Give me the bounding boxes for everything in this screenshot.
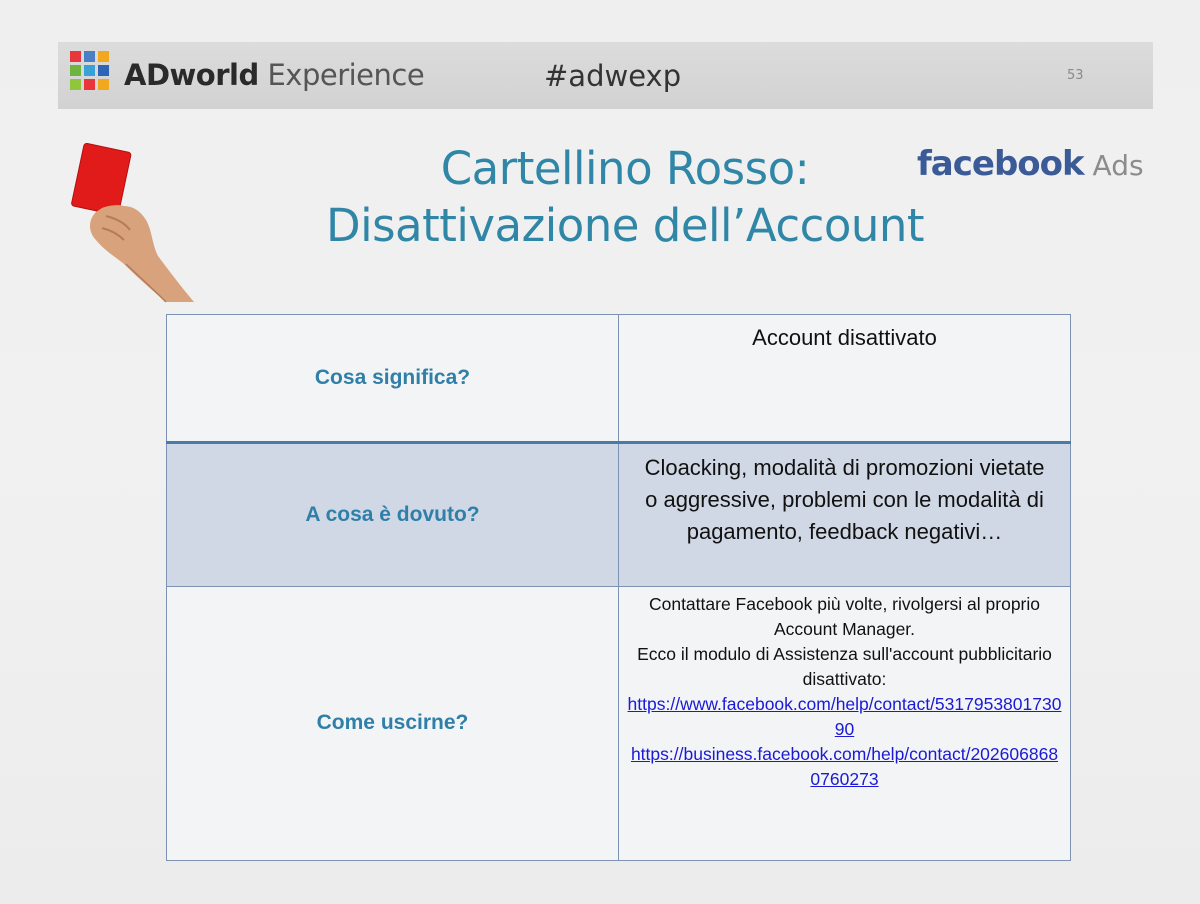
slide-title-line1: Cartellino Rosso: xyxy=(440,142,810,195)
answer-cell: Cloacking, modalità di promozioni vietat… xyxy=(618,442,1071,587)
answer-line: Contattare Facebook più volte, rivolgers… xyxy=(648,593,1041,614)
table-row: Come uscirne? Contattare Facebook più vo… xyxy=(166,585,1071,862)
adworld-logo-icon xyxy=(70,51,118,101)
answer-line: Ecco il modulo di Assistenza sull'accoun… xyxy=(637,643,1052,689)
answer-line: Account Manager. xyxy=(773,618,916,639)
business-help-link[interactable]: https://business.facebook.com/help/conta… xyxy=(627,742,1062,792)
answer-cell: Contattare Facebook più volte, rivolgers… xyxy=(618,585,1071,862)
brand-name: ADworld Experience xyxy=(124,57,425,93)
brand-name-bold: ADworld xyxy=(124,58,259,92)
brand-name-light: Experience xyxy=(258,58,425,92)
question-cell: Cosa significa? xyxy=(166,313,619,444)
answer-text: Account disattivato xyxy=(752,325,937,350)
facebook-logo-text: facebook xyxy=(917,144,1085,184)
ads-logo-text: Ads xyxy=(1083,149,1144,182)
slide-title: Cartellino Rosso: Disattivazione dell’Ac… xyxy=(230,140,1020,254)
answer-cell: Account disattivato xyxy=(618,313,1071,444)
facebook-help-link[interactable]: https://www.facebook.com/help/contact/53… xyxy=(627,692,1062,742)
question-cell: Come uscirne? xyxy=(166,585,619,862)
slide: ADworld Experience #adwexp 53 Cartellino… xyxy=(0,0,1200,904)
table-row: Cosa significa? Account disattivato xyxy=(166,313,1071,444)
answer-text: Contattare Facebook più volte, rivolgers… xyxy=(619,587,1070,792)
header-bar: ADworld Experience #adwexp 53 xyxy=(58,42,1153,109)
question-cell: A cosa è dovuto? xyxy=(166,442,619,587)
table-row: A cosa è dovuto? Cloacking, modalità di … xyxy=(166,442,1071,587)
slide-number: 53 xyxy=(1067,68,1084,83)
info-table: Cosa significa? Account disattivato A co… xyxy=(166,313,1071,862)
answer-text: Cloacking, modalità di promozioni vietat… xyxy=(644,455,1045,545)
facebook-ads-logo: facebook Ads xyxy=(917,142,1144,188)
slide-title-line2: Disattivazione dell’Account xyxy=(325,199,925,252)
red-card-hand-icon xyxy=(71,142,194,303)
hashtag: #adwexp xyxy=(544,59,682,93)
